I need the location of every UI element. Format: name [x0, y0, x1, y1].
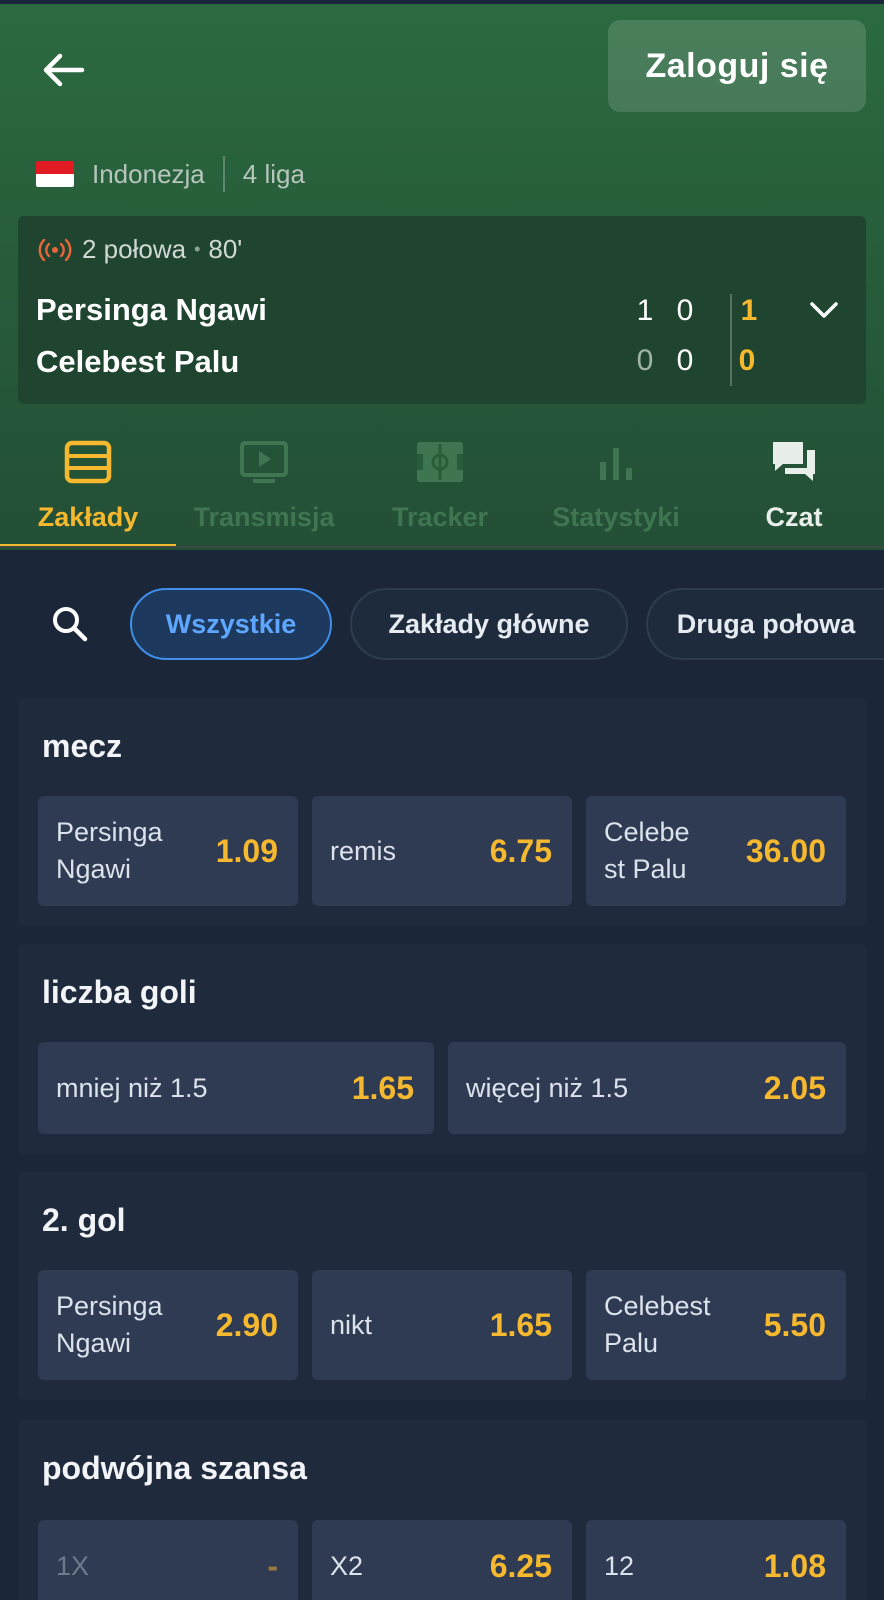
- back-button[interactable]: [36, 46, 92, 94]
- odd-label: Celebe st Palu: [604, 817, 690, 884]
- scoreboard: 2 połowa • 80' Persinga Ngawi Celebest P…: [18, 216, 866, 404]
- chat-icon: [766, 434, 822, 490]
- search-button[interactable]: [50, 604, 98, 652]
- score-divider: [730, 294, 732, 386]
- indonesia-flag-icon: [36, 161, 74, 187]
- pitch-icon: [412, 434, 468, 490]
- expand-scoreboard-button[interactable]: [804, 292, 844, 328]
- tab-tracker[interactable]: Tracker: [352, 434, 528, 554]
- odd-value: -: [267, 1547, 278, 1584]
- tab-transmisja[interactable]: Transmisja: [176, 434, 352, 554]
- login-button[interactable]: Zaloguj się: [608, 20, 866, 112]
- tab-label: Tracker: [391, 502, 489, 532]
- odd-label: 12: [604, 1550, 635, 1581]
- odd-button-away[interactable]: Celebest Palu 5.50: [586, 1270, 846, 1380]
- tab-label: Statystyki: [552, 502, 680, 532]
- odd-label: więcej niż 1.5: [466, 1072, 629, 1103]
- tab-label: Zakłady: [37, 502, 139, 532]
- odd-button-draw[interactable]: remis 6.75: [312, 796, 572, 906]
- odd-button-under[interactable]: mniej niż 1.5 1.65: [38, 1042, 434, 1134]
- breadcrumb-divider: [222, 156, 225, 192]
- market-card-double-chance: podwójna szansa 1X - X2 6.25 12 1.08: [18, 1420, 866, 1600]
- odd-label: X2: [330, 1550, 364, 1581]
- match-status: 2 połowa • 80': [38, 234, 242, 265]
- filter-chip-main[interactable]: Zakłady główne: [350, 588, 628, 660]
- chevron-down-icon: [810, 302, 838, 318]
- bar-chart-icon: [588, 434, 644, 490]
- home-team-name: Persinga Ngawi: [36, 292, 267, 327]
- odd-label: nikt: [330, 1309, 373, 1340]
- odd-button-home[interactable]: Persinga Ngawi 1.09: [38, 796, 298, 906]
- odd-label: mniej niż 1.5: [56, 1072, 208, 1103]
- arrow-left-icon: [43, 53, 85, 87]
- odd-value: 1.65: [489, 1306, 552, 1343]
- odd-label: Celebest Palu: [604, 1291, 711, 1358]
- away-team-name: Celebest Palu: [36, 344, 240, 379]
- tab-czat[interactable]: Czat: [706, 434, 882, 554]
- separator-dot: •: [194, 239, 201, 259]
- list-icon: [60, 434, 116, 490]
- tab-zaklady[interactable]: Zakłady: [0, 434, 176, 554]
- odd-button-over[interactable]: więcej niż 1.5 2.05: [448, 1042, 846, 1134]
- odd-button-x2[interactable]: X2 6.25: [312, 1520, 572, 1600]
- market-filter-bar: Wszystkie Zakłady główne Druga połowa: [0, 588, 884, 660]
- market-title: 2. gol: [42, 1202, 126, 1238]
- match-header: Zaloguj się Indonezja 4 liga 2 połowa • …: [0, 4, 884, 550]
- odd-button-none[interactable]: nikt 1.65: [312, 1270, 572, 1380]
- away-score-h2: 0: [676, 344, 694, 377]
- away-score-total: 0: [738, 344, 756, 377]
- league-breadcrumb: Indonezja 4 liga: [36, 154, 305, 194]
- odd-value: 1.65: [351, 1069, 414, 1106]
- odd-value: 2.05: [763, 1069, 826, 1106]
- home-score-h2: 0: [676, 294, 694, 327]
- market-card-total-goals: liczba goli mniej niż 1.5 1.65 więcej ni…: [18, 944, 866, 1154]
- filter-chip-all[interactable]: Wszystkie: [130, 588, 332, 660]
- market-title: mecz: [42, 728, 123, 764]
- odd-button-away[interactable]: Celebe st Palu 36.00: [586, 796, 846, 906]
- search-icon: [53, 607, 88, 642]
- home-score-total: 1: [740, 294, 758, 327]
- odd-button-1x: 1X -: [38, 1520, 298, 1600]
- market-card-second-goal: 2. gol Persinga Ngawi 2.90 nikt 1.65 Cel…: [18, 1172, 866, 1400]
- odd-label: remis: [330, 835, 396, 866]
- odd-button-12[interactable]: 12 1.08: [586, 1520, 846, 1600]
- odd-value: 2.90: [215, 1306, 278, 1343]
- odd-value: 1.08: [763, 1547, 826, 1584]
- league-label[interactable]: 4 liga: [243, 159, 305, 190]
- tab-label: Transmisja: [193, 502, 335, 532]
- tab-statystyki[interactable]: Statystyki: [528, 434, 704, 554]
- home-score-h1: 1: [636, 294, 654, 327]
- odd-value: 6.75: [489, 832, 552, 869]
- match-minute: 80': [208, 234, 243, 264]
- country-label[interactable]: Indonezja: [92, 159, 205, 190]
- odd-value: 1.09: [215, 832, 278, 869]
- market-title: podwójna szansa: [42, 1450, 307, 1486]
- filter-chip-second-half[interactable]: Druga połowa: [646, 588, 884, 660]
- odd-label: Persinga Ngawi: [56, 817, 163, 884]
- header-divider: [0, 546, 884, 548]
- odd-label: Persinga Ngawi: [56, 1291, 163, 1358]
- live-broadcast-icon: [38, 238, 72, 261]
- odd-value: 5.50: [763, 1306, 826, 1343]
- odd-value: 36.00: [745, 832, 826, 869]
- away-score-h1: 0: [636, 344, 654, 377]
- tab-label: Czat: [765, 502, 823, 532]
- odd-button-home[interactable]: Persinga Ngawi 2.90: [38, 1270, 298, 1380]
- match-tabs: Zakłady Transmisja Tracker Statystyki Cz…: [0, 434, 884, 554]
- play-screen-icon: [236, 434, 292, 490]
- market-card-match: mecz Persinga Ngawi 1.09 remis 6.75 Cele…: [18, 698, 866, 926]
- match-period: 2 połowa: [82, 234, 187, 264]
- market-title: liczba goli: [42, 974, 197, 1010]
- odd-value: 6.25: [489, 1547, 552, 1584]
- odd-label: 1X: [56, 1550, 90, 1581]
